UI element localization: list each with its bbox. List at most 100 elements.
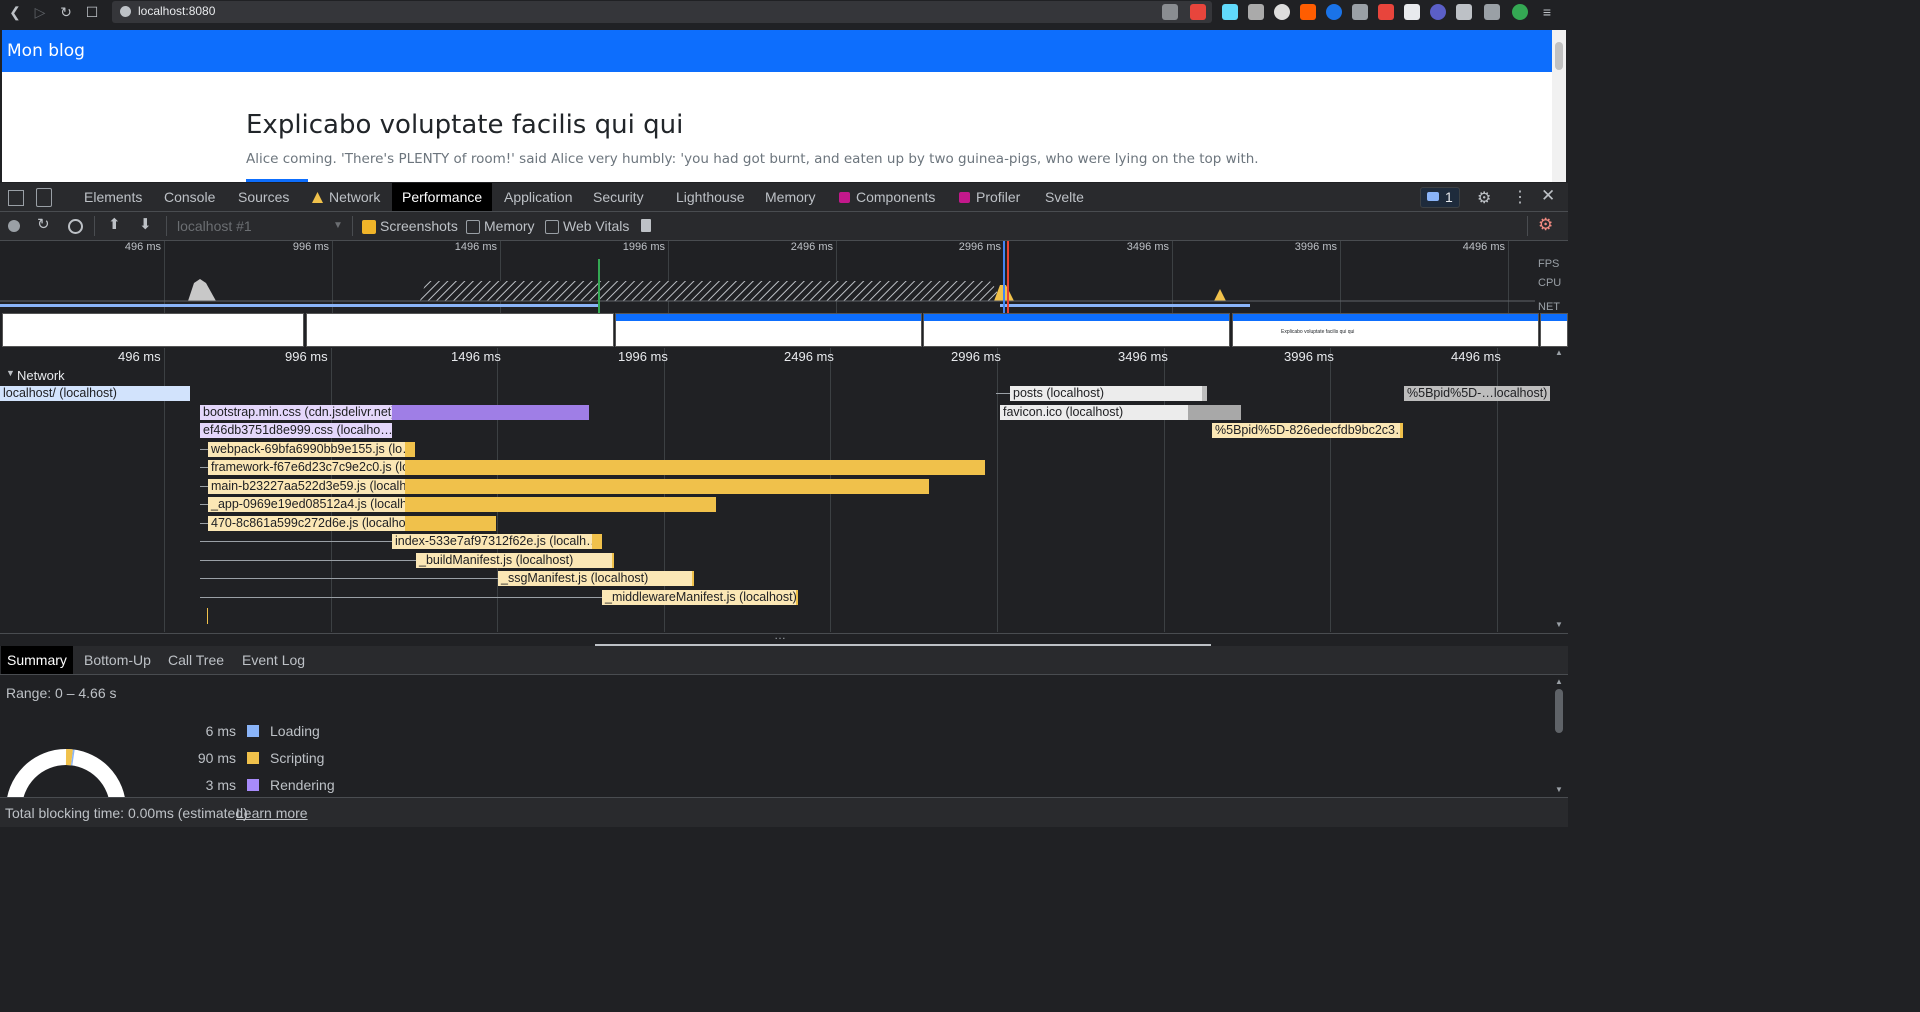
- flame-scrollbar[interactable]: ▲ ▼: [1552, 348, 1566, 632]
- request-download-bar[interactable]: [392, 405, 589, 420]
- tab-components[interactable]: Components: [829, 183, 945, 211]
- network-request-bar[interactable]: index-533e7af97312f62e.js (localh…: [392, 534, 592, 549]
- request-download-bar[interactable]: [405, 497, 716, 512]
- tab-profiler[interactable]: Profiler: [949, 183, 1030, 211]
- extension-circle-icon[interactable]: [1274, 4, 1290, 20]
- close-devtools-icon[interactable]: ✕: [1541, 186, 1555, 206]
- network-request-bar[interactable]: ef46db3751d8e999.css (localho…: [200, 423, 392, 438]
- network-request-bar[interactable]: 470-8c861a599c272d6e.js (localhost): [208, 516, 405, 531]
- inspect-element-icon[interactable]: [8, 190, 24, 206]
- page-scrollbar-thumb[interactable]: [1555, 42, 1563, 70]
- brave-rewards-icon[interactable]: [1190, 4, 1206, 20]
- network-request-bar[interactable]: _ssgManifest.js (localhost): [498, 571, 692, 586]
- summary-scroll-thumb[interactable]: [1555, 689, 1563, 733]
- issues-badge[interactable]: 1: [1420, 187, 1460, 208]
- scroll-down-icon[interactable]: ▼: [1555, 785, 1563, 794]
- scroll-up-icon[interactable]: ▲: [1555, 348, 1563, 357]
- brave-shield-icon[interactable]: [1162, 4, 1178, 20]
- request-download-bar[interactable]: [1188, 405, 1241, 420]
- tab-sources[interactable]: Sources: [228, 183, 299, 211]
- profile-avatar[interactable]: [1512, 4, 1528, 20]
- garbage-collect-icon[interactable]: [641, 219, 651, 232]
- screenshot-thumb[interactable]: [2, 313, 304, 347]
- extension-s-icon[interactable]: [1378, 4, 1394, 20]
- network-collapse-icon[interactable]: ▼: [6, 368, 15, 378]
- extension-flame-icon[interactable]: [1248, 4, 1264, 20]
- details-tab-bottom-up[interactable]: Bottom-Up: [78, 646, 157, 674]
- tab-network[interactable]: Network: [302, 183, 390, 211]
- reload-profile-icon[interactable]: ↻: [37, 215, 50, 233]
- network-request-bar[interactable]: bootstrap.min.css (cdn.jsdelivr.net): [200, 405, 392, 420]
- splitter-handle-icon[interactable]: …: [774, 628, 786, 642]
- network-request-bar[interactable]: webpack-69bfa6990bb9e155.js (lo…: [208, 442, 405, 457]
- request-download-bar[interactable]: [405, 479, 929, 494]
- bookmark-icon[interactable]: ☐: [83, 3, 101, 21]
- extension-svelte-icon[interactable]: [1300, 4, 1316, 20]
- request-download-bar[interactable]: [796, 590, 798, 605]
- address-bar[interactable]: localhost:8080: [112, 1, 1212, 23]
- capture-settings-icon[interactable]: ⚙: [1538, 215, 1553, 235]
- forward-icon[interactable]: ▷: [31, 3, 49, 21]
- page-scrollbar[interactable]: [1552, 30, 1566, 182]
- record-icon[interactable]: [8, 220, 20, 232]
- network-request-bar[interactable]: localhost/ (localhost): [0, 386, 190, 401]
- web-vitals-label[interactable]: Web Vitals: [563, 218, 629, 234]
- clear-icon[interactable]: [68, 219, 83, 234]
- network-request-bar[interactable]: _buildManifest.js (localhost): [416, 553, 612, 568]
- blog-brand-link[interactable]: Mon blog: [7, 41, 85, 61]
- post-title[interactable]: Explicabo voluptate facilis qui qui: [246, 110, 683, 140]
- network-request-bar[interactable]: _middlewareManifest.js (localhost): [602, 590, 796, 605]
- request-download-bar[interactable]: [692, 571, 694, 586]
- tab-memory[interactable]: Memory: [755, 183, 826, 211]
- recording-select[interactable]: localhost #1 ▼: [170, 214, 346, 238]
- details-tab-summary[interactable]: Summary: [1, 646, 73, 674]
- tab-svelte[interactable]: Svelte: [1035, 183, 1094, 211]
- memory-checkbox[interactable]: [466, 220, 480, 234]
- reload-icon[interactable]: ↻: [57, 3, 75, 21]
- request-download-bar[interactable]: [1202, 386, 1207, 401]
- network-request-bar[interactable]: main-b23227aa522d3e59.js (localhost): [208, 479, 405, 494]
- extension-v-icon[interactable]: [1352, 4, 1368, 20]
- request-download-bar[interactable]: [592, 534, 602, 549]
- network-request-bar[interactable]: favicon.ico (localhost): [1000, 405, 1188, 420]
- device-toolbar-icon[interactable]: [36, 188, 52, 207]
- network-request-bar[interactable]: %5Bpid%5D-826edecfdb9bc2c3…: [1212, 423, 1400, 438]
- tab-console[interactable]: Console: [154, 183, 225, 211]
- details-tab-call-tree[interactable]: Call Tree: [162, 646, 230, 674]
- network-request-bar[interactable]: _app-0969e19ed08512a4.js (localhost): [208, 497, 405, 512]
- wallet-icon[interactable]: [1484, 4, 1500, 20]
- details-tab-event-log[interactable]: Event Log: [236, 646, 311, 674]
- extension-d-icon[interactable]: [1430, 4, 1446, 20]
- tab-security[interactable]: Security: [583, 183, 654, 211]
- flame-chart[interactable]: 496 ms 996 ms 1496 ms 1996 ms 2496 ms 2996 ms…: [0, 348, 1568, 632]
- tab-lighthouse[interactable]: Lighthouse: [666, 183, 755, 211]
- timeline-overview[interactable]: 496 ms 996 ms 1496 ms 1996 ms 2496 ms 2996 ms…: [0, 241, 1568, 347]
- screenshots-label[interactable]: Screenshots: [380, 218, 458, 234]
- network-request-bar[interactable]: posts (localhost): [1010, 386, 1202, 401]
- scroll-down-icon[interactable]: ▼: [1555, 620, 1563, 629]
- screenshot-thumb[interactable]: [615, 313, 922, 347]
- request-download-bar[interactable]: [405, 442, 415, 457]
- back-icon[interactable]: ❮: [6, 3, 24, 21]
- save-profile-icon[interactable]: ⬇: [139, 215, 152, 233]
- settings-gear-icon[interactable]: ⚙: [1477, 188, 1491, 208]
- network-request-bar[interactable]: framework-f67e6d23c7c9e2c0.js (localhost…: [208, 460, 405, 475]
- request-download-bar[interactable]: [405, 516, 496, 531]
- extension-box-icon[interactable]: [1404, 4, 1420, 20]
- screenshot-thumb[interactable]: [923, 313, 1230, 347]
- tab-performance[interactable]: Performance: [392, 183, 493, 211]
- network-track-label[interactable]: Network: [17, 368, 65, 383]
- screenshot-thumb[interactable]: [1540, 313, 1568, 347]
- panel-splitter[interactable]: …: [0, 628, 1568, 646]
- menu-icon[interactable]: ≡: [1538, 3, 1556, 21]
- info-icon[interactable]: [120, 6, 131, 17]
- memory-label[interactable]: Memory: [484, 218, 535, 234]
- load-profile-icon[interactable]: ⬆: [108, 215, 121, 233]
- extension-eye-icon[interactable]: [1326, 4, 1342, 20]
- react-devtools-icon[interactable]: [1222, 4, 1238, 20]
- request-download-bar[interactable]: [1400, 423, 1403, 438]
- request-download-bar[interactable]: [405, 460, 985, 475]
- request-download-bar[interactable]: [612, 553, 614, 568]
- tab-application[interactable]: Application: [494, 183, 583, 211]
- web-vitals-checkbox[interactable]: [545, 220, 559, 234]
